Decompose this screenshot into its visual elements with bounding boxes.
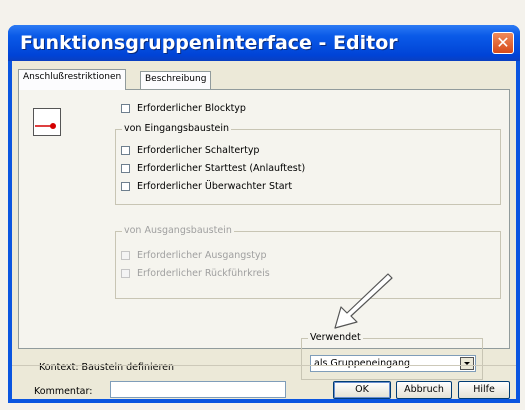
output-group: von Ausgangsbaustein Erforderlicher Ausg… [115,225,501,299]
input-group: von Eingangsbaustein Erforderlicher Scha… [115,123,501,205]
blocktype-label: Erforderlicher Blocktyp [137,103,246,114]
comment-input[interactable] [110,381,286,398]
usage-selected-value: als Gruppeneingang [314,358,411,369]
outputtype-checkbox[interactable]: Erforderlicher Ausgangstyp [121,250,267,261]
output-group-legend: von Ausgangsbaustein [122,225,234,236]
comment-label: Kommentar: [34,386,93,397]
close-button[interactable]: ✕ [492,32,514,54]
monitored-start-checkbox[interactable]: Erforderlicher Überwachter Start [121,181,292,192]
input-group-legend: von Eingangsbaustein [122,123,232,134]
title-bar[interactable]: Funktionsgruppeninterface - Editor ✕ [8,25,520,61]
starttest-checkbox[interactable]: Erforderlicher Starttest (Anlauftest) [121,163,305,174]
usage-group: Verwendet als Gruppeneingang [301,332,483,380]
feedback-circuit-label: Erforderlicher Rückführkreis [137,268,270,279]
footer-divider [12,365,516,366]
pointer-arrow-icon [334,273,393,329]
ok-button[interactable]: OK [333,381,391,399]
monitored-start-label: Erforderlicher Überwachter Start [137,181,293,192]
cancel-button[interactable]: Abbruch [396,381,452,399]
switchtype-label: Erforderlicher Schaltertyp [137,145,260,156]
checkbox-box[interactable] [121,146,130,155]
context-label: Kontext: Baustein definieren [39,362,175,373]
editor-window: Funktionsgruppeninterface - Editor ✕ Ans… [8,25,520,403]
checkbox-box[interactable] [121,104,130,113]
tab-anschlussrestriktionen[interactable]: Anschlußrestriktionen [18,69,127,90]
tab-panel: Erforderlicher Blocktyp von Eingangsbaus… [18,89,510,380]
usage-select[interactable]: als Gruppeneingang [310,355,476,372]
dialog-client: Anschlußrestriktionen Beschreibung Erfor… [12,61,516,399]
close-icon: ✕ [496,33,510,52]
window-title: Funktionsgruppeninterface - Editor [20,32,398,54]
outputtype-label: Erforderlicher Ausgangstyp [137,250,267,261]
checkbox-box[interactable] [121,164,130,173]
chevron-down-icon [464,362,470,365]
blocktype-checkbox[interactable]: Erforderlicher Blocktyp [121,103,246,114]
checkbox-box[interactable] [121,269,130,278]
switchtype-checkbox[interactable]: Erforderlicher Schaltertyp [121,145,259,156]
checkbox-box[interactable] [121,251,130,260]
feedback-circuit-checkbox[interactable]: Erforderlicher Rückführkreis [121,268,270,279]
tab-beschreibung[interactable]: Beschreibung [140,71,212,89]
dropdown-button[interactable] [460,357,474,370]
screen: { "window": { "title": "Funktionsgruppen… [0,0,525,410]
checkbox-box[interactable] [121,182,130,191]
help-button[interactable]: Hilfe [458,381,510,399]
block-connector-icon [33,108,61,136]
starttest-label: Erforderlicher Starttest (Anlauftest) [137,163,306,174]
usage-legend: Verwendet [308,332,363,343]
